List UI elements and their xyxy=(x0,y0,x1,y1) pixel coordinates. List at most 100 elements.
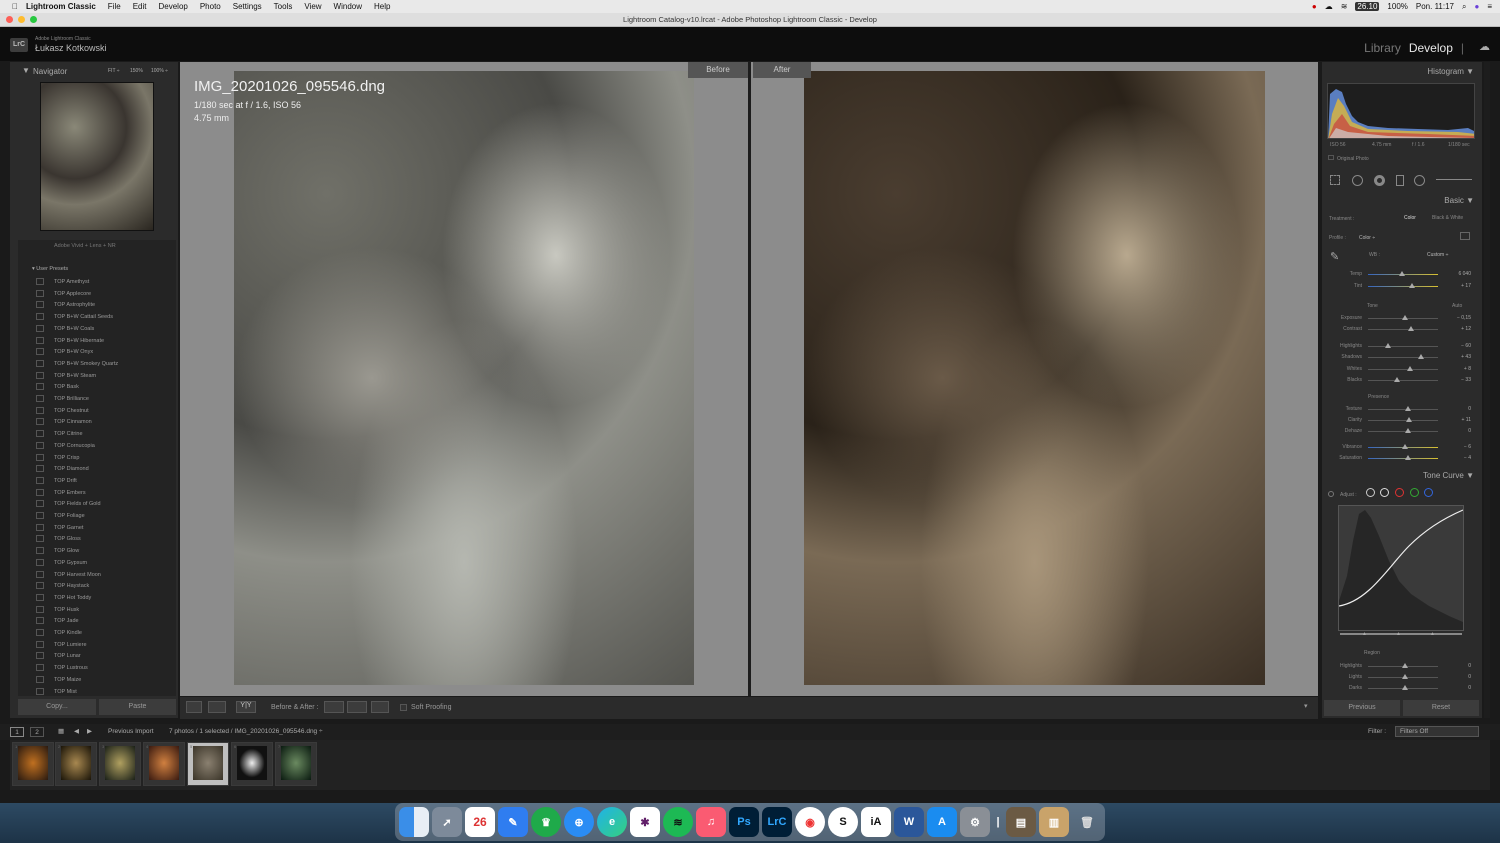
filmstrip-thumb[interactable]: 4 xyxy=(143,742,185,786)
preset-item[interactable]: TOP Gypsum xyxy=(36,558,87,569)
navigator-header[interactable]: ▼ Navigator FIT ÷ 150% 100% ÷ xyxy=(18,64,176,78)
paste-button[interactable]: Paste xyxy=(99,699,176,715)
preset-item[interactable]: TOP Lustrous xyxy=(36,663,88,674)
basic-header[interactable]: Basic ▼ xyxy=(1444,196,1474,205)
split-handle-3[interactable]: ▲ xyxy=(1430,631,1435,637)
slider-handle[interactable] xyxy=(1408,326,1414,331)
slider-track[interactable] xyxy=(1368,431,1438,432)
slider-value[interactable]: + 17 xyxy=(1461,283,1471,289)
split-handle-2[interactable]: ▲ xyxy=(1396,631,1401,637)
toolbar-menu-icon[interactable]: ▾ xyxy=(1304,702,1308,710)
previous-button[interactable]: Previous xyxy=(1324,700,1400,716)
downloads-stack-icon[interactable]: ▥ xyxy=(1039,807,1069,837)
slider-value[interactable]: 0 xyxy=(1468,663,1471,669)
red-channel-icon[interactable] xyxy=(1395,488,1404,497)
battery-status[interactable]: 100% xyxy=(1387,2,1407,11)
preset-item[interactable]: TOP B+W Smokey Quartz xyxy=(36,359,118,370)
edge-icon[interactable]: e xyxy=(597,807,627,837)
zoom-150[interactable]: 150% xyxy=(130,68,143,74)
slider-value[interactable]: − 6 xyxy=(1464,444,1471,450)
zoom-fit[interactable]: FIT ÷ xyxy=(108,68,120,74)
trash-icon[interactable]: 🗑 xyxy=(1072,807,1102,837)
region-slider-lights[interactable]: Lights 0 xyxy=(1326,672,1474,682)
tone-curve-graph[interactable] xyxy=(1338,505,1464,631)
menu-window[interactable]: Window xyxy=(334,2,362,11)
preset-item[interactable]: TOP B+W Cattail Seeds xyxy=(36,312,113,323)
slider-value[interactable]: 0 xyxy=(1468,685,1471,691)
tone-curve-header[interactable]: Tone Curve ▼ xyxy=(1423,471,1474,480)
filmstrip-thumb[interactable]: 3 xyxy=(99,742,141,786)
copy-button[interactable]: Copy... xyxy=(18,699,96,715)
preset-item[interactable]: TOP Embers xyxy=(36,488,86,499)
copy-before-to-after-icon[interactable] xyxy=(324,701,344,713)
spot-removal-icon[interactable] xyxy=(1352,175,1363,186)
spotlight-icon[interactable]: ⌕ xyxy=(1462,2,1466,12)
preset-item[interactable]: TOP Lumiere xyxy=(36,640,87,651)
wb-select[interactable]: Custom ÷ xyxy=(1427,252,1448,258)
apple-menu-icon[interactable]:  xyxy=(12,2,18,11)
preset-item[interactable]: TOP Cornucopia xyxy=(36,441,95,452)
navigator-preview[interactable] xyxy=(40,82,154,231)
menu-file[interactable]: File xyxy=(108,2,121,11)
target-adjust-icon[interactable] xyxy=(1328,491,1334,497)
adjustment-brush-icon[interactable] xyxy=(1436,179,1472,180)
photoshop-icon[interactable]: Ps xyxy=(729,807,759,837)
close-window-button[interactable] xyxy=(6,16,13,23)
preset-item[interactable]: TOP Astrophylite xyxy=(36,300,95,311)
slider-contrast[interactable]: Contrast + 12 xyxy=(1326,324,1474,334)
preset-item[interactable]: TOP Maize xyxy=(36,675,81,686)
slider-handle[interactable] xyxy=(1402,685,1408,690)
music-icon[interactable]: ♫ xyxy=(696,807,726,837)
split-handle-1[interactable]: ▲ xyxy=(1362,631,1367,637)
tone-auto[interactable]: Auto xyxy=(1452,303,1462,309)
preset-item[interactable]: TOP Bask xyxy=(36,382,79,393)
xcode-icon[interactable]: ✎ xyxy=(498,807,528,837)
evernote-icon[interactable]: ♛ xyxy=(531,807,561,837)
before-after-grid-icon[interactable] xyxy=(208,701,226,713)
green-channel-icon[interactable] xyxy=(1410,488,1419,497)
preset-item[interactable]: TOP Crisp xyxy=(36,453,79,464)
slider-handle[interactable] xyxy=(1418,354,1424,359)
preset-group-user[interactable]: ▾ User Presets xyxy=(32,266,68,272)
menu-tools[interactable]: Tools xyxy=(274,2,293,11)
filmstrip-thumb[interactable]: 7 xyxy=(275,742,317,786)
menu-view[interactable]: View xyxy=(304,2,321,11)
treatment-color[interactable]: Color xyxy=(1404,215,1416,221)
menu-settings[interactable]: Settings xyxy=(233,2,262,11)
menu-help[interactable]: Help xyxy=(374,2,390,11)
chrome-icon[interactable]: ◉ xyxy=(795,807,825,837)
preset-item[interactable]: TOP Citrine xyxy=(36,429,83,440)
preset-item[interactable]: TOP Brilliance xyxy=(36,394,89,405)
preset-item[interactable]: TOP Lunar xyxy=(36,651,81,662)
menu-photo[interactable]: Photo xyxy=(200,2,221,11)
ia-writer-icon[interactable]: iA xyxy=(861,807,891,837)
histogram-header[interactable]: Histogram ▼ xyxy=(1427,67,1474,76)
reset-button[interactable]: Reset xyxy=(1403,700,1479,716)
slider-value[interactable]: − 4 xyxy=(1464,455,1471,461)
slider-handle[interactable] xyxy=(1402,674,1408,679)
slider-handle[interactable] xyxy=(1394,377,1400,382)
clock[interactable]: Pon. 11:17 xyxy=(1416,2,1454,11)
soft-proofing-checkbox[interactable] xyxy=(400,704,407,711)
preset-item[interactable]: TOP Glow xyxy=(36,546,79,557)
preset-item[interactable]: TOP Harvest Moon xyxy=(36,570,101,581)
slider-track[interactable] xyxy=(1368,380,1438,381)
minimize-window-button[interactable] xyxy=(18,16,25,23)
control-center-icon[interactable]: ≡ xyxy=(1487,2,1492,11)
main-window-button[interactable]: 1 xyxy=(10,727,24,737)
adobe-cc-icon[interactable]: ● xyxy=(1312,2,1317,11)
back-arrow-icon[interactable]: ◀ xyxy=(74,727,79,735)
slider-handle[interactable] xyxy=(1406,417,1412,422)
slider-value[interactable]: 0 xyxy=(1468,406,1471,412)
slider-handle[interactable] xyxy=(1409,283,1415,288)
slider-value[interactable]: + 11 xyxy=(1462,417,1472,423)
slider-blacks[interactable]: Blacks − 33 xyxy=(1326,375,1474,385)
preset-item[interactable]: TOP Garnet xyxy=(36,523,83,534)
menu-app-name[interactable]: Lightroom Classic xyxy=(26,2,96,11)
copy-after-to-before-icon[interactable] xyxy=(347,701,367,713)
red-eye-icon[interactable] xyxy=(1374,175,1385,186)
crop-tool-icon[interactable] xyxy=(1330,175,1340,185)
source-label[interactable]: Previous Import xyxy=(108,728,154,735)
cloud-icon[interactable]: ☁ xyxy=(1325,2,1333,11)
slider-track[interactable] xyxy=(1368,286,1438,287)
